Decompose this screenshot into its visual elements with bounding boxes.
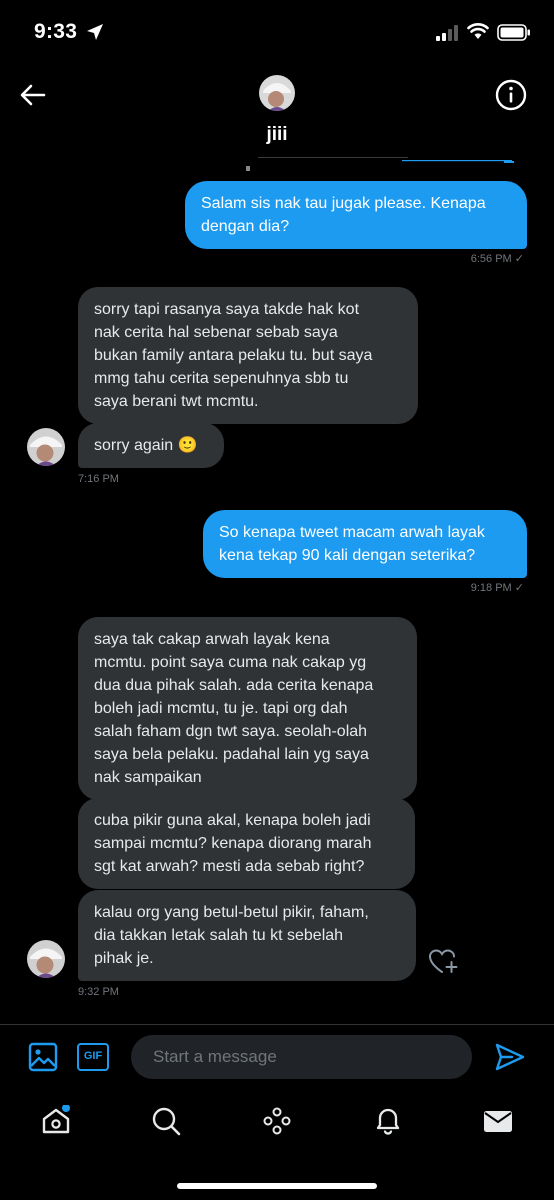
- sender-avatar[interactable]: [27, 940, 65, 978]
- timestamp-text: 6:56 PM: [470, 253, 512, 265]
- read-check-icon: ✓: [514, 253, 524, 265]
- timestamp-text: 9:18 PM: [470, 582, 512, 594]
- wifi-icon: [467, 23, 489, 39]
- conversation-header: jiii: [0, 66, 554, 166]
- message-timestamp: 6:56 PM ✓: [471, 252, 524, 265]
- messages-icon[interactable]: [482, 1105, 514, 1137]
- message-timestamp: 9:18 PM ✓: [471, 581, 524, 594]
- status-bar: 9:33: [0, 0, 554, 66]
- message-bubble-incoming[interactable]: kalau org yang betul-betul pikir, faham,…: [78, 890, 416, 981]
- message-input[interactable]: [131, 1035, 472, 1079]
- message-bubble-incoming[interactable]: sorry tapi rasanya saya takde hak kot na…: [78, 287, 418, 424]
- message-bubble-outgoing[interactable]: Salam sis nak tau jugak please. Kenapa d…: [185, 181, 527, 249]
- message-timestamp: 7:16 PM: [78, 473, 119, 485]
- info-icon[interactable]: [494, 78, 528, 112]
- send-icon[interactable]: [494, 1041, 526, 1073]
- contact-name[interactable]: jiii: [0, 124, 554, 146]
- home-indicator[interactable]: [177, 1183, 377, 1189]
- status-time: 9:33: [34, 20, 78, 43]
- shared-tweet-preview[interactable]: [244, 157, 514, 171]
- message-timestamp: 9:32 PM: [78, 986, 119, 998]
- cellular-signal-icon: [436, 25, 458, 41]
- search-icon[interactable]: [150, 1105, 182, 1137]
- read-check-icon: ✓: [514, 582, 524, 594]
- message-bubble-incoming[interactable]: saya tak cakap arwah layak kena mcmtu. p…: [78, 617, 417, 800]
- location-arrow-icon: [87, 24, 103, 40]
- header-avatar[interactable]: [259, 75, 295, 111]
- battery-icon: [497, 24, 530, 41]
- message-bubble-incoming[interactable]: sorry again 🙂: [78, 423, 224, 468]
- sender-avatar[interactable]: [27, 428, 65, 466]
- notifications-icon[interactable]: [372, 1105, 404, 1137]
- heart-add-icon[interactable]: [428, 948, 458, 976]
- home-icon[interactable]: [40, 1105, 72, 1137]
- spaces-icon[interactable]: [261, 1105, 293, 1137]
- message-bubble-outgoing[interactable]: So kenapa tweet macam arwah layak kena t…: [203, 510, 527, 578]
- gif-button[interactable]: GIF: [77, 1043, 109, 1071]
- message-bubble-incoming[interactable]: cuba pikir guna akal, kenapa boleh jadi …: [78, 798, 415, 889]
- composer-divider: [0, 1024, 554, 1025]
- image-icon[interactable]: [28, 1042, 58, 1072]
- back-arrow-icon[interactable]: [18, 80, 48, 110]
